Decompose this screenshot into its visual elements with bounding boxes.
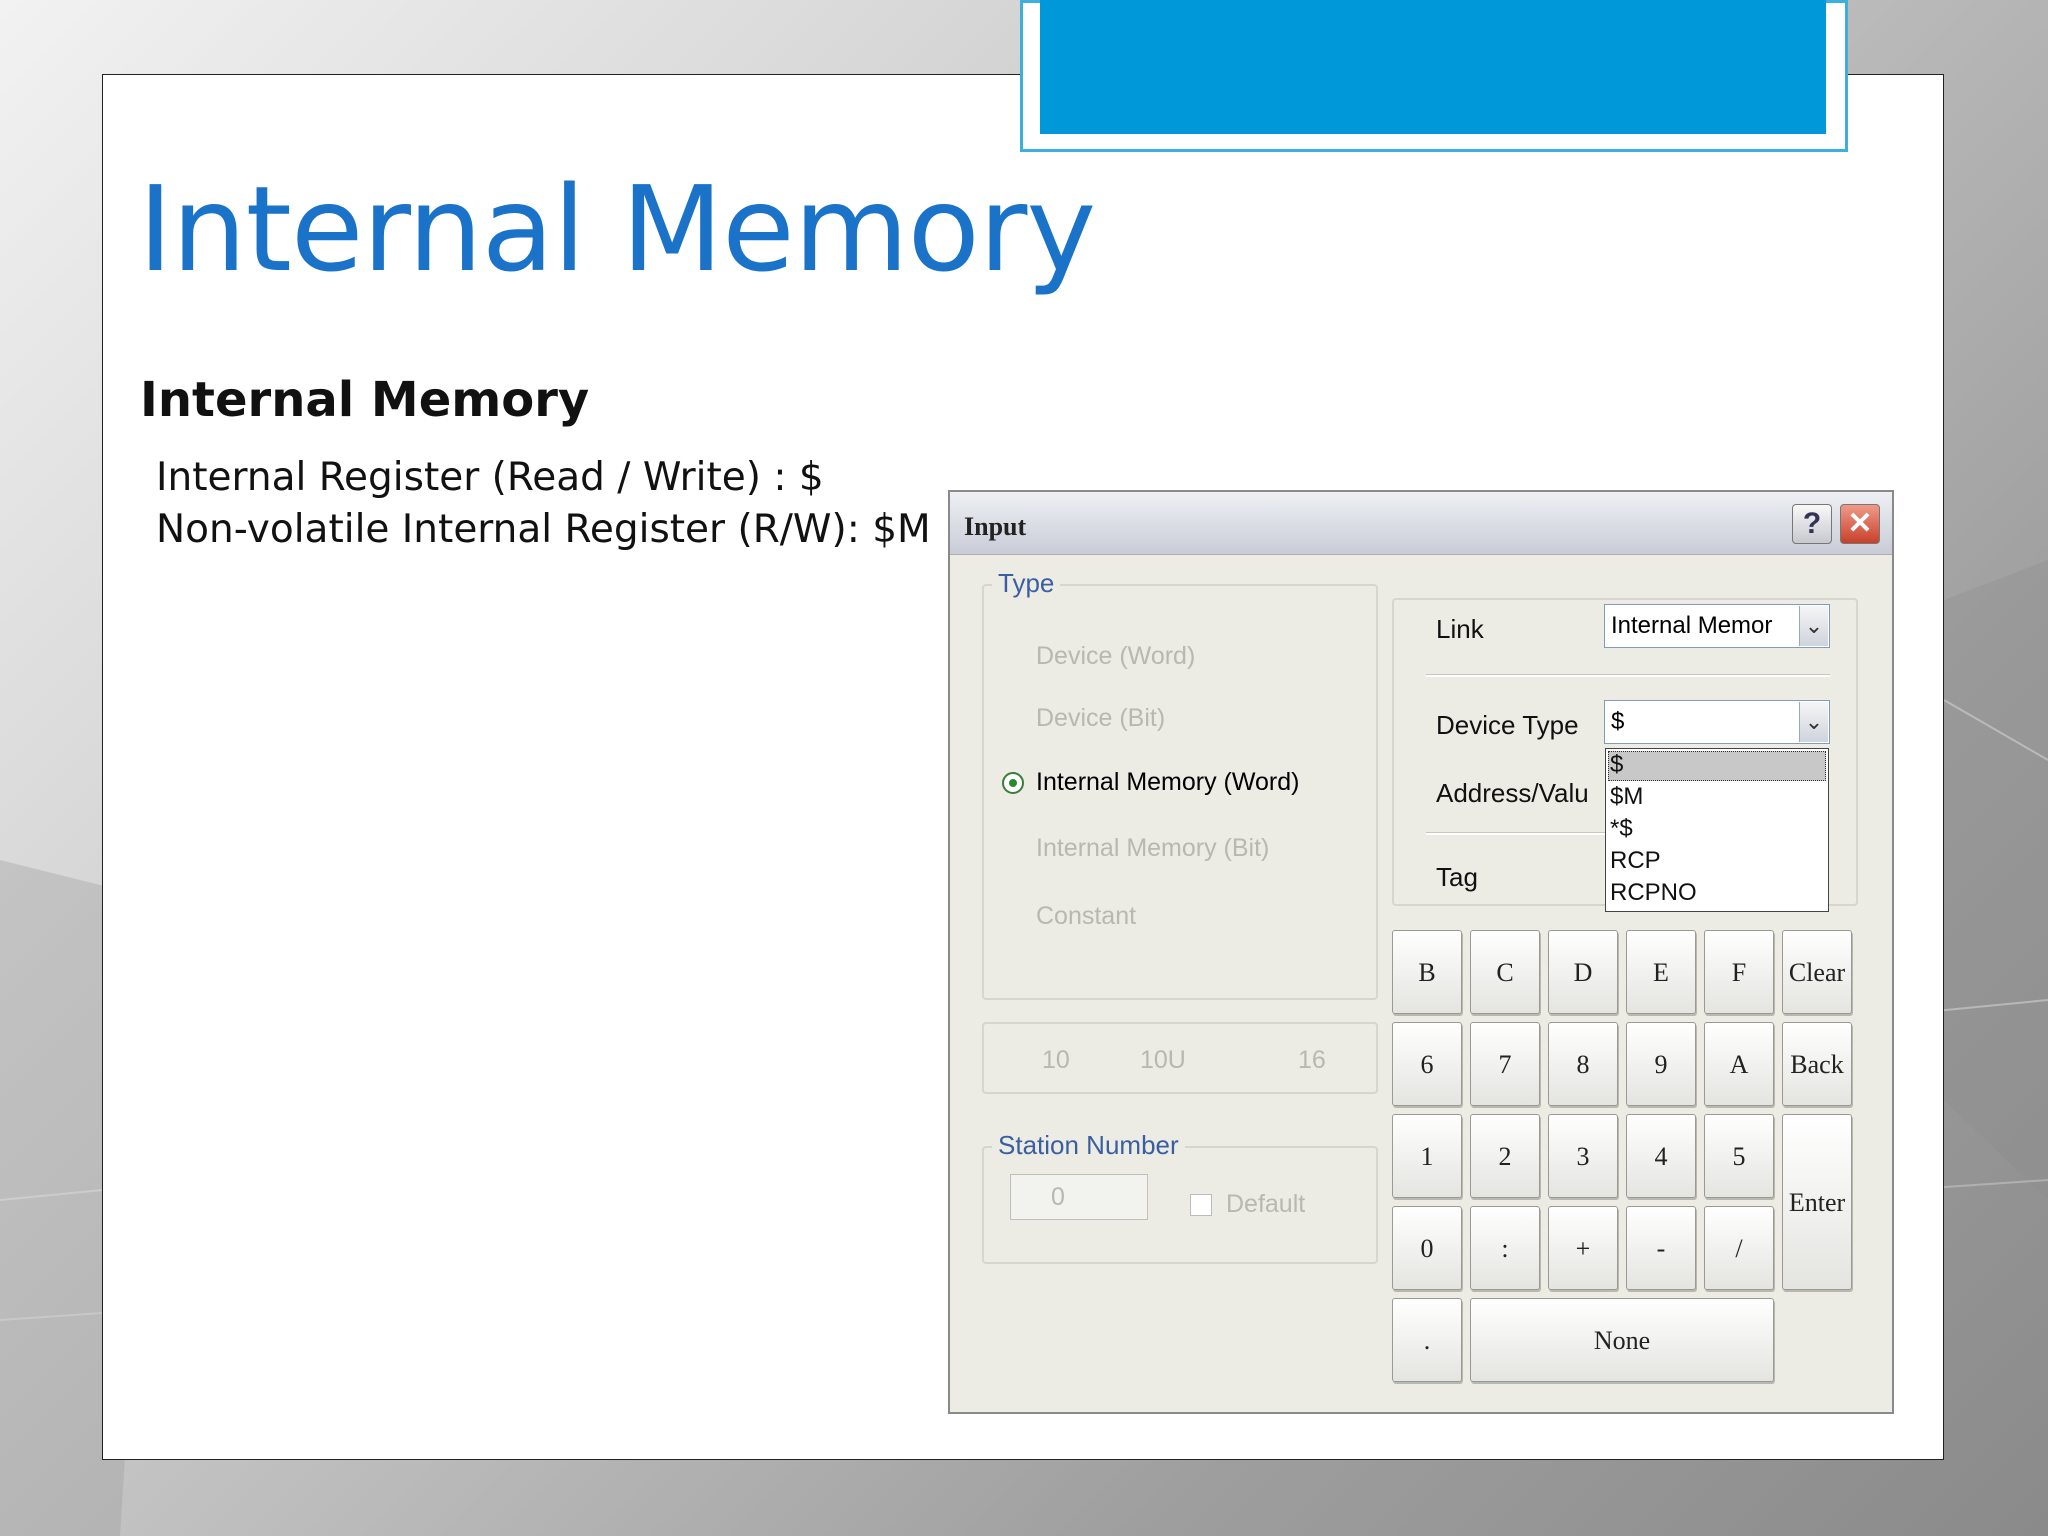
clear-button[interactable]: Clear (1782, 930, 1852, 1014)
key-8[interactable]: 8 (1548, 1022, 1618, 1106)
device-type-label: Device Type (1436, 710, 1579, 740)
key-minus[interactable]: - (1626, 1206, 1696, 1290)
input-dialog: Input ? ✕ Type Device (Word) Device (Bit… (948, 490, 1894, 1414)
device-type-value: $ (1611, 708, 1625, 735)
key-a[interactable]: A (1704, 1022, 1774, 1106)
tag-label: Tag (1436, 862, 1478, 892)
option-internal-memory-bit[interactable]: Internal Memory (Bit) (1036, 834, 1269, 863)
dialog-title: Input (964, 512, 1027, 541)
dropdown-item[interactable]: RCPNO (1610, 879, 1697, 907)
option-device-word[interactable]: Device (Word) (1036, 642, 1195, 671)
option-constant[interactable]: Constant (1036, 902, 1136, 931)
link-label: Link (1436, 614, 1484, 644)
key-1[interactable]: 1 (1392, 1114, 1462, 1198)
key-9[interactable]: 9 (1626, 1022, 1696, 1106)
station-group-legend: Station Number (992, 1130, 1185, 1161)
title-accent-bar (1040, 0, 1826, 134)
device-type-dropdown-list: $ $M *$ RCP RCPNO (1605, 748, 1829, 912)
slide-title: Internal Memory (138, 160, 1096, 298)
enter-button[interactable]: Enter (1782, 1114, 1852, 1290)
dropdown-item[interactable]: RCP (1610, 847, 1661, 875)
key-slash[interactable]: / (1704, 1206, 1774, 1290)
bullet-nonvolatile-register: Non-volatile Internal Register (R/W): $M (156, 507, 931, 552)
key-c[interactable]: C (1470, 930, 1540, 1014)
dropdown-item[interactable]: $ (1610, 751, 1623, 779)
chevron-down-icon[interactable]: ⌄ (1799, 702, 1828, 742)
key-dot[interactable]: . (1392, 1298, 1462, 1382)
key-6[interactable]: 6 (1392, 1022, 1462, 1106)
key-e[interactable]: E (1626, 930, 1696, 1014)
close-button[interactable]: ✕ (1840, 504, 1880, 544)
none-button[interactable]: None (1470, 1298, 1774, 1382)
separator (1426, 832, 1606, 835)
key-7[interactable]: 7 (1470, 1022, 1540, 1106)
bullet-internal-register: Internal Register (Read / Write) : $ (156, 455, 824, 500)
key-b[interactable]: B (1392, 930, 1462, 1014)
address-value-label: Address/Valu (1436, 778, 1589, 808)
default-checkbox-label: Default (1226, 1190, 1306, 1218)
slide-subtitle: Internal Memory (140, 372, 590, 428)
radix-10u[interactable]: 10U (1140, 1046, 1186, 1075)
key-0[interactable]: 0 (1392, 1206, 1462, 1290)
key-4[interactable]: 4 (1626, 1114, 1696, 1198)
separator (1426, 674, 1830, 677)
option-internal-memory-word[interactable]: Internal Memory (Word) (1036, 768, 1300, 797)
key-5[interactable]: 5 (1704, 1114, 1774, 1198)
link-combobox[interactable]: Internal Memor ⌄ (1604, 604, 1830, 648)
dropdown-item[interactable]: $M (1610, 783, 1643, 811)
station-number-spinner[interactable]: 0 (1010, 1174, 1148, 1220)
station-number-value: 0 (1051, 1183, 1065, 1211)
option-device-bit[interactable]: Device (Bit) (1036, 704, 1165, 733)
back-button[interactable]: Back (1782, 1022, 1852, 1106)
device-type-combobox[interactable]: $ ⌄ (1604, 700, 1830, 744)
radix-16[interactable]: 16 (1298, 1046, 1326, 1075)
dropdown-item[interactable]: *$ (1610, 815, 1633, 843)
help-button[interactable]: ? (1792, 504, 1832, 544)
key-d[interactable]: D (1548, 930, 1618, 1014)
chevron-down-icon[interactable]: ⌄ (1799, 606, 1828, 646)
key-colon[interactable]: : (1470, 1206, 1540, 1290)
link-value: Internal Memor (1611, 612, 1773, 639)
radio-selected-icon[interactable] (1002, 772, 1024, 794)
type-group-legend: Type (992, 568, 1061, 599)
key-2[interactable]: 2 (1470, 1114, 1540, 1198)
key-f[interactable]: F (1704, 930, 1774, 1014)
default-checkbox[interactable] (1190, 1194, 1212, 1216)
dropdown-selection-highlight (1608, 751, 1826, 781)
key-3[interactable]: 3 (1548, 1114, 1618, 1198)
radix-10[interactable]: 10 (1042, 1046, 1070, 1075)
dialog-titlebar: Input ? ✕ (950, 492, 1892, 555)
key-plus[interactable]: + (1548, 1206, 1618, 1290)
